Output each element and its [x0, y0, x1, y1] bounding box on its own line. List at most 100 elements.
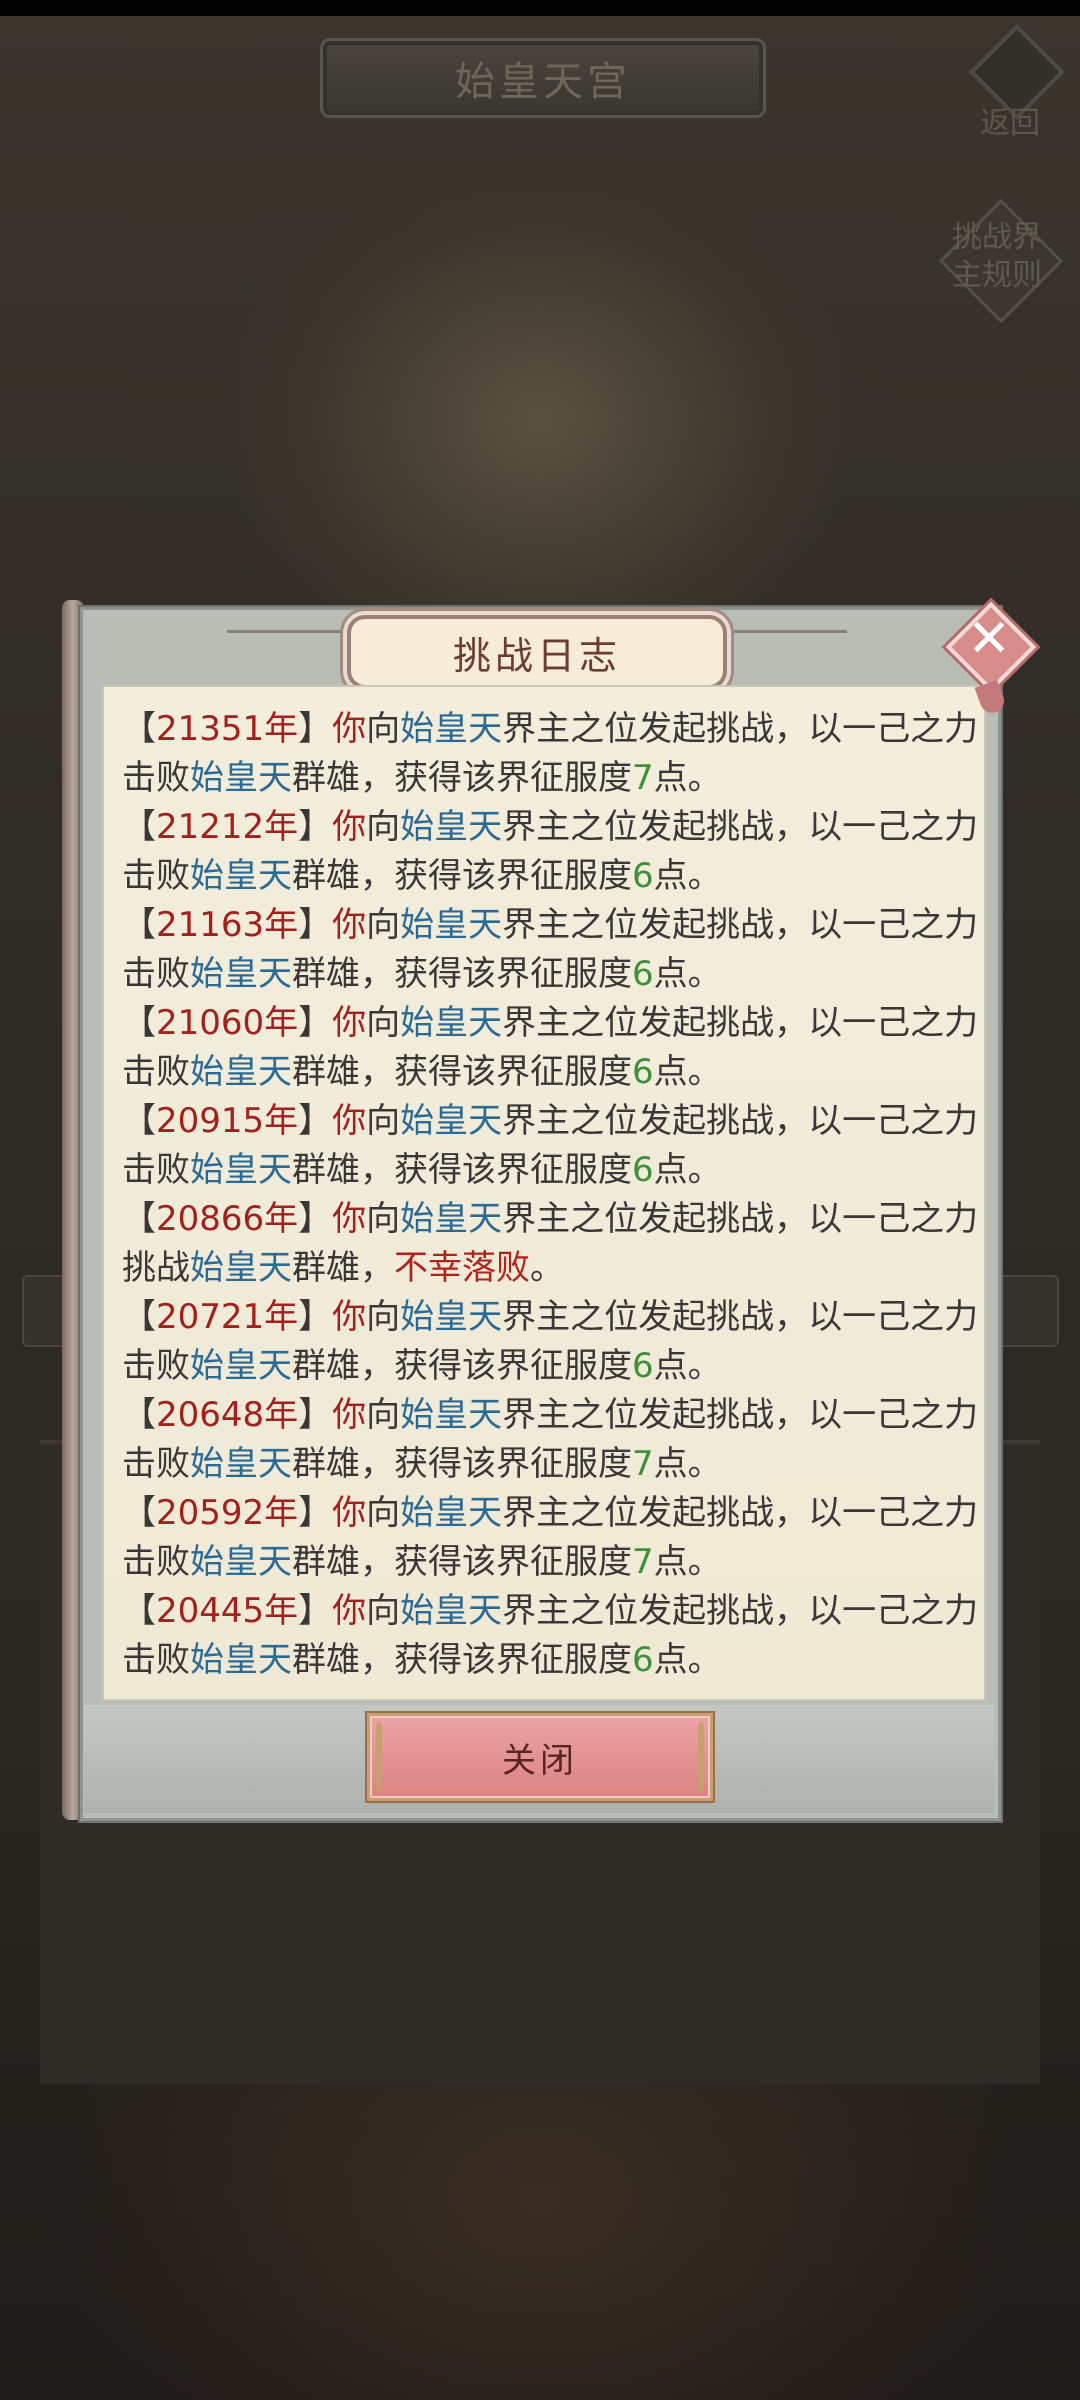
entry-text: 界主之位发起挑战，以一己之力	[502, 807, 979, 847]
entry-realm: 始皇天	[400, 905, 503, 945]
entry-text: 击败	[122, 758, 190, 798]
entry-points: 6	[632, 1640, 654, 1680]
entry-text: 点。	[653, 758, 722, 798]
entry-year: 20721年	[156, 1297, 299, 1337]
close-button-label: 关闭	[502, 1740, 578, 1781]
entry-text: 获得该界征服度	[394, 1150, 632, 1190]
log-entry: 【21351年】你向始皇天界主之位发起挑战，以一己之力击败始皇天群雄，获得该界征…	[122, 705, 982, 803]
entry-text: 】	[298, 1003, 333, 1043]
entry-text: 获得该界征服度	[394, 1444, 632, 1484]
log-entry: 【20866年】你向始皇天界主之位发起挑战，以一己之力挑战始皇天群雄，不幸落败。	[122, 1195, 982, 1293]
entry-text: 群雄，	[292, 1640, 394, 1680]
entry-text: 挑战	[122, 1248, 190, 1288]
title-ornament-left	[227, 630, 342, 633]
entry-text: 点。	[653, 954, 722, 994]
entry-points: 6	[632, 1052, 654, 1092]
entry-realm: 始皇天	[400, 1493, 503, 1533]
entry-realm: 始皇天	[400, 1297, 503, 1337]
log-entry: 【20445年】你向始皇天界主之位发起挑战，以一己之力击败始皇天群雄，获得该界征…	[122, 1587, 982, 1685]
entry-realm: 始皇天	[400, 709, 503, 749]
entry-text: 向	[366, 1101, 401, 1141]
entry-text: 界主之位发起挑战，以一己之力	[502, 1199, 979, 1239]
entry-text: 】	[298, 1395, 333, 1435]
entry-text: 群雄，	[292, 1052, 394, 1092]
entry-text: 】	[298, 709, 333, 749]
entry-you: 你	[332, 1493, 367, 1533]
entry-text: 向	[366, 1199, 401, 1239]
entry-text: 。	[530, 1248, 564, 1288]
entry-points: 7	[632, 758, 654, 798]
entry-text: 击败	[122, 1150, 190, 1190]
entry-text: 群雄，	[292, 758, 394, 798]
entry-year: 20445年	[156, 1591, 299, 1631]
entry-points: 6	[632, 1346, 654, 1386]
rules-button[interactable]: 挑战界主规则	[935, 195, 1064, 324]
log-entry: 【21060年】你向始皇天界主之位发起挑战，以一己之力击败始皇天群雄，获得该界征…	[122, 999, 982, 1097]
entry-realm: 始皇天	[190, 758, 292, 798]
entry-text: 点。	[653, 1444, 722, 1484]
entry-text: 击败	[122, 1444, 190, 1484]
entry-realm: 始皇天	[190, 1542, 292, 1582]
entry-text: 】	[298, 1591, 333, 1631]
entry-text: 点。	[653, 1150, 722, 1190]
entry-text: 界主之位发起挑战，以一己之力	[502, 1101, 979, 1141]
entry-text: 【	[122, 1003, 156, 1043]
entry-you: 你	[332, 709, 367, 749]
entry-realm: 始皇天	[190, 1346, 292, 1386]
entry-realm: 始皇天	[400, 1101, 503, 1141]
entry-text: 击败	[122, 1052, 190, 1092]
entry-text: 击败	[122, 1542, 190, 1582]
entry-text: 群雄，	[292, 856, 394, 896]
back-label: 返回	[980, 106, 1040, 141]
entry-text: 获得该界征服度	[394, 954, 632, 994]
entry-realm: 始皇天	[190, 954, 292, 994]
entry-text: 向	[366, 1591, 401, 1631]
dialog-title: 挑战日志	[452, 633, 621, 678]
close-dialog-icon-button[interactable]: ✕	[937, 595, 1037, 717]
entry-realm: 始皇天	[190, 1444, 292, 1484]
entry-text: 向	[366, 807, 401, 847]
entry-year: 20866年	[156, 1199, 299, 1239]
entry-text: 】	[298, 1493, 333, 1533]
entry-realm: 始皇天	[400, 1199, 503, 1239]
entry-realm: 始皇天	[190, 1052, 292, 1092]
entry-text: 点。	[653, 1542, 722, 1582]
entry-points: 6	[632, 856, 654, 896]
entry-text: 】	[298, 1297, 333, 1337]
entry-text: 群雄，	[292, 954, 394, 994]
log-entry: 【21163年】你向始皇天界主之位发起挑战，以一己之力击败始皇天群雄，获得该界征…	[122, 901, 982, 999]
entry-points: 7	[632, 1444, 654, 1484]
entry-text: 向	[366, 1297, 401, 1337]
entry-text: 点。	[653, 1346, 722, 1386]
log-entry: 【20592年】你向始皇天界主之位发起挑战，以一己之力击败始皇天群雄，获得该界征…	[122, 1489, 982, 1587]
entry-text: 获得该界征服度	[394, 1346, 632, 1386]
entry-text: 向	[366, 1395, 401, 1435]
entry-text: 【	[122, 1101, 156, 1141]
challenge-log-dialog: 挑战日志 【21351年】你向始皇天界主之位发起挑战，以一己之力击败始皇天群雄，…	[62, 595, 1037, 1825]
entry-realm: 始皇天	[190, 1248, 292, 1288]
entry-year: 20915年	[156, 1101, 299, 1141]
entry-you: 你	[332, 1101, 367, 1141]
log-entry: 【20721年】你向始皇天界主之位发起挑战，以一己之力击败始皇天群雄，获得该界征…	[122, 1293, 982, 1391]
entry-text: 获得该界征服度	[394, 1542, 632, 1582]
entry-text: 界主之位发起挑战，以一己之力	[502, 709, 979, 749]
back-button[interactable]: 返回	[965, 23, 1066, 141]
entry-text: 点。	[653, 856, 722, 896]
entry-year: 20648年	[156, 1395, 299, 1435]
entry-text: 【	[122, 1493, 156, 1533]
entry-text: 点。	[653, 1640, 722, 1680]
entry-text: 【	[122, 709, 156, 749]
entry-realm: 始皇天	[190, 1640, 292, 1680]
right-side-plate	[995, 1275, 1059, 1347]
entry-text: 】	[298, 1101, 333, 1141]
entry-text: 【	[122, 905, 156, 945]
close-button[interactable]: 关闭	[367, 1713, 713, 1801]
entry-text: 【	[122, 1591, 156, 1631]
close-x-icon: ✕	[967, 609, 1011, 669]
entry-text: 】	[298, 1199, 333, 1239]
entry-text: 群雄，	[292, 1150, 394, 1190]
rules-label: 挑战界主规则	[952, 220, 1042, 293]
entry-year: 21212年	[156, 807, 299, 847]
log-list[interactable]: 【21351年】你向始皇天界主之位发起挑战，以一己之力击败始皇天群雄，获得该界征…	[122, 705, 982, 1690]
entry-text: 界主之位发起挑战，以一己之力	[502, 1395, 979, 1435]
